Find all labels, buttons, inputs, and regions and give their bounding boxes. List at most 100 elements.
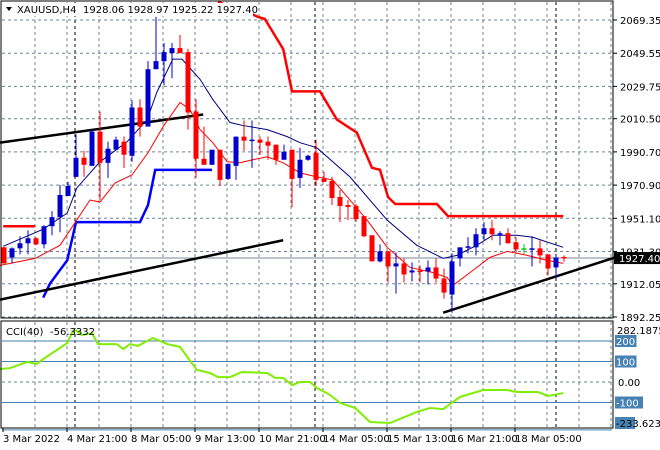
candle-body — [65, 185, 71, 197]
time-tick-label: 15 Mar 13:00 — [387, 434, 454, 445]
time-tick-label: 4 Mar 21:00 — [67, 434, 127, 445]
candle-body — [457, 247, 463, 259]
candle-body — [417, 270, 423, 272]
candle-body — [393, 263, 399, 267]
candle-body — [321, 178, 327, 182]
axes: 2069.35 2049.55 2029.75 2010.50 1990.70 1970.… — [2, 16, 660, 445]
candle-body — [257, 139, 263, 143]
trendline — [0, 239, 284, 301]
symbol-label: XAUUSD,H4 — [17, 5, 76, 16]
candle-body — [297, 159, 303, 178]
candle-body — [329, 180, 335, 199]
candle-body — [153, 61, 159, 70]
candle-body — [1, 247, 7, 264]
candle-body — [49, 217, 55, 227]
candle-body — [489, 228, 495, 235]
candle-body — [441, 278, 447, 293]
trendline — [442, 256, 616, 314]
candle-body — [25, 238, 31, 244]
candle-body — [465, 246, 471, 248]
price-tick-label: 1892.25 — [620, 313, 660, 324]
candle-body — [273, 144, 279, 160]
price-tick-label: 2010.50 — [620, 115, 660, 126]
candle-body — [281, 151, 287, 160]
time-tick-label: 10 Mar 21:00 — [259, 434, 326, 445]
candle-body — [57, 194, 63, 218]
candle-body — [97, 131, 103, 163]
cci-level-label: 100 — [616, 358, 635, 369]
price-tick-label: 1990.70 — [620, 148, 660, 159]
candle-body — [409, 270, 415, 273]
candle-body — [473, 234, 479, 248]
cci-line — [0, 328, 564, 425]
candle-body — [105, 148, 111, 163]
candle-body — [41, 226, 47, 245]
candle-body — [129, 107, 135, 156]
price-tick-label: 1912.05 — [620, 280, 660, 291]
candle-body — [81, 157, 87, 165]
candle-body — [497, 233, 503, 235]
price-tick-label: 1970.90 — [620, 181, 660, 192]
candle-body — [353, 206, 359, 220]
candle-body — [337, 197, 343, 207]
candle-body — [505, 233, 511, 244]
candle-body — [33, 238, 39, 245]
candle-body — [73, 157, 79, 177]
trading-chart[interactable]: 2069.35 2049.55 2029.75 2010.50 1990.70 1970.… — [0, 0, 660, 450]
cci-value: -56.3332 — [50, 327, 95, 338]
candle-body — [9, 248, 15, 258]
candle-body — [345, 205, 351, 208]
candle-body — [169, 48, 175, 54]
channel-upper-line — [217, 0, 564, 218]
candle-body — [209, 149, 215, 165]
candle-body — [145, 69, 151, 127]
candle-body — [121, 141, 127, 155]
candle-body — [561, 256, 567, 259]
candle-body — [481, 228, 487, 235]
price-tick-label: 2069.35 — [620, 16, 660, 27]
time-tick-label: 14 Mar 05:00 — [323, 434, 390, 445]
cci-title: CCI(40) — [6, 327, 44, 338]
candle-body — [249, 139, 255, 142]
candle-body — [313, 152, 319, 180]
candle-body — [361, 216, 367, 237]
candle-body — [89, 131, 95, 166]
candle-body — [553, 257, 559, 268]
candle-body — [433, 267, 439, 279]
candle-body — [529, 248, 535, 250]
candle-body — [369, 235, 375, 262]
current-price-label: 1927.40 — [619, 254, 660, 265]
time-tick-label: 9 Mar 13:00 — [195, 434, 255, 445]
candle-body — [113, 139, 119, 150]
candle-body — [513, 242, 519, 250]
cci-min-label: -233.6237 — [616, 419, 660, 430]
cci-level-label: 200 — [616, 337, 635, 348]
candle-body — [425, 267, 431, 272]
grid — [2, 2, 612, 427]
candle-body — [537, 248, 543, 256]
candle-body — [185, 52, 191, 113]
candle-body — [201, 158, 207, 165]
candle-body — [289, 149, 295, 179]
price-tick-label: 2049.55 — [620, 49, 660, 60]
candle-body — [401, 263, 407, 275]
candle-body — [521, 248, 527, 250]
candle-body — [241, 136, 247, 141]
candle-body — [193, 111, 199, 159]
price-tick-label: 1951.10 — [620, 214, 660, 225]
candle-body — [377, 251, 383, 262]
time-tick-label: 8 Mar 05:00 — [131, 434, 191, 445]
candle-body — [265, 141, 271, 146]
cci-level-label: -100 — [616, 399, 639, 410]
candle-body — [177, 48, 183, 54]
candle-body — [161, 52, 167, 62]
candle-body — [449, 261, 455, 295]
candle-body — [305, 155, 311, 160]
candle-body — [217, 149, 223, 180]
price-tick-label: 2029.75 — [620, 82, 660, 93]
candle-body — [17, 243, 23, 249]
candle-body — [137, 107, 143, 127]
cci-pane — [0, 328, 612, 431]
candle-body — [233, 136, 239, 166]
candles — [1, 16, 567, 313]
